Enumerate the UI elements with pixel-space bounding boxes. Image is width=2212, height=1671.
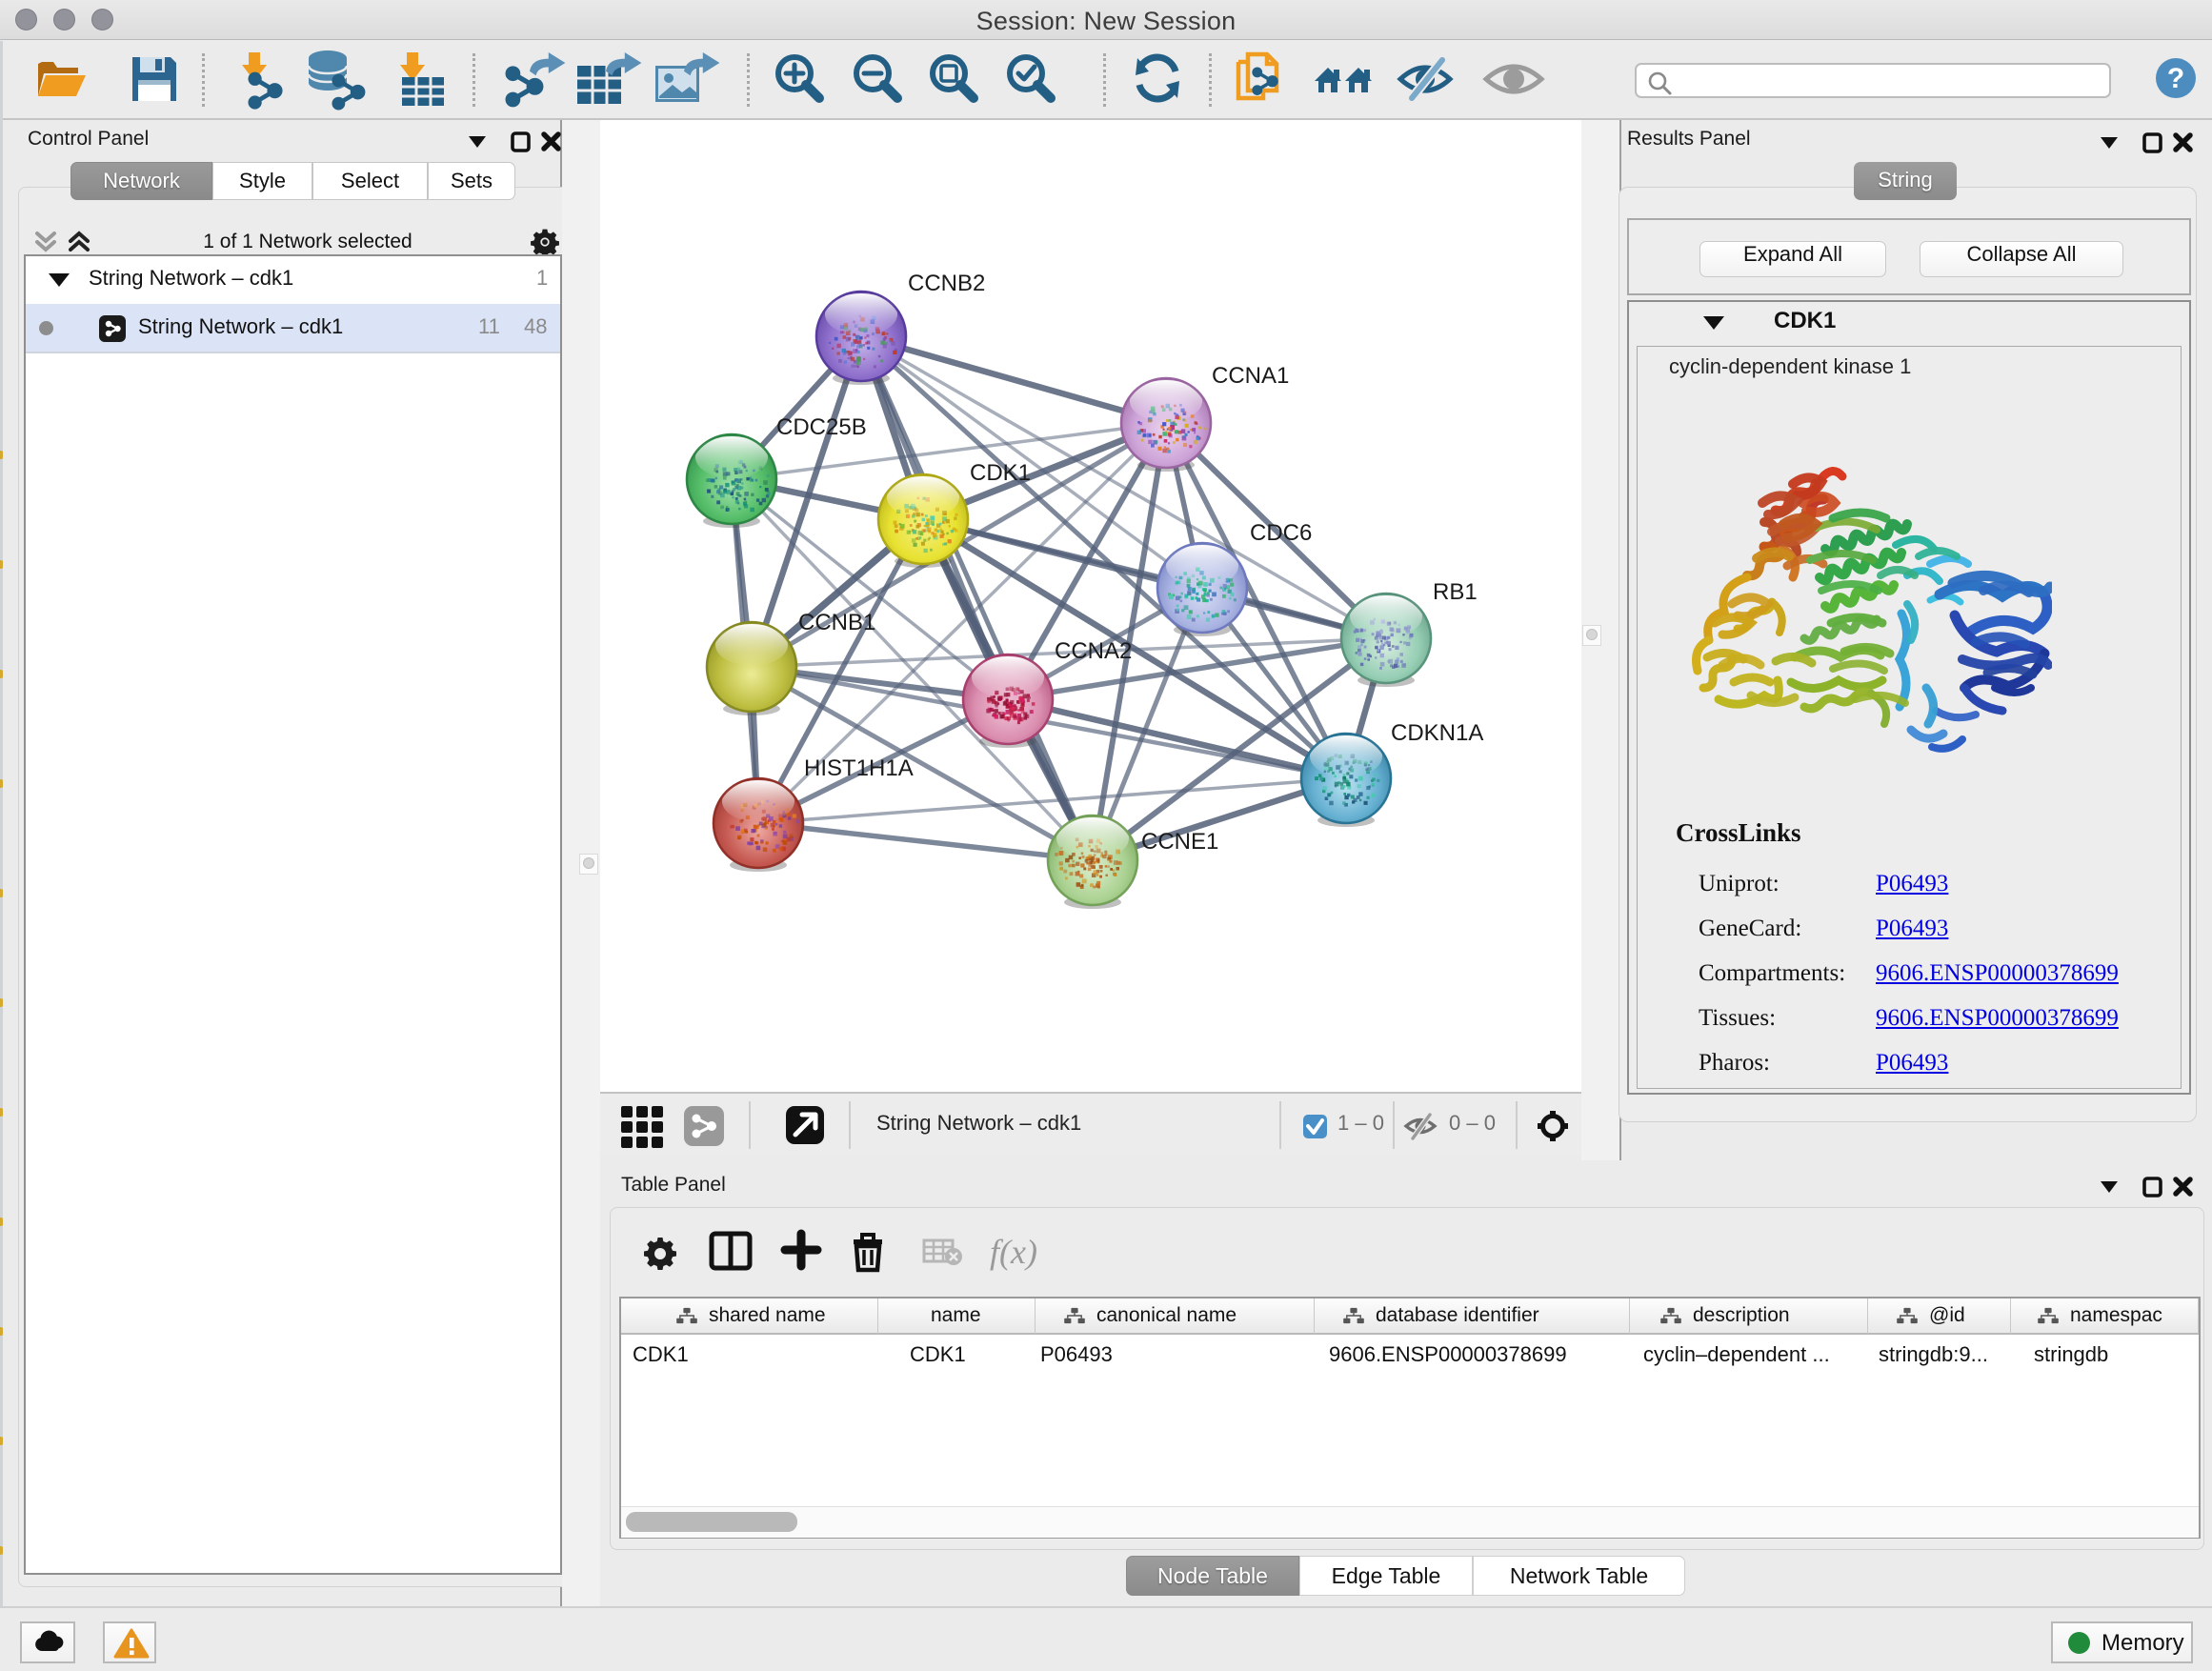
svg-text:CCNA2: CCNA2: [1055, 638, 1132, 664]
svg-text:CDKN1A: CDKN1A: [1391, 720, 1483, 746]
svg-text:CCNE1: CCNE1: [1141, 829, 1218, 855]
svg-text:CCNA1: CCNA1: [1212, 363, 1289, 389]
svg-text:CCNB1: CCNB1: [798, 610, 875, 635]
svg-text:?: ?: [2167, 63, 2184, 94]
svg-text:f(x): f(x): [990, 1233, 1037, 1271]
svg-text:CDK1: CDK1: [970, 460, 1031, 486]
svg-text:CDC6: CDC6: [1250, 520, 1312, 546]
svg-text:HIST1H1A: HIST1H1A: [804, 755, 914, 781]
svg-text:CDC25B: CDC25B: [776, 414, 867, 440]
svg-text:RB1: RB1: [1433, 579, 1478, 605]
svg-text:CCNB2: CCNB2: [908, 271, 985, 296]
